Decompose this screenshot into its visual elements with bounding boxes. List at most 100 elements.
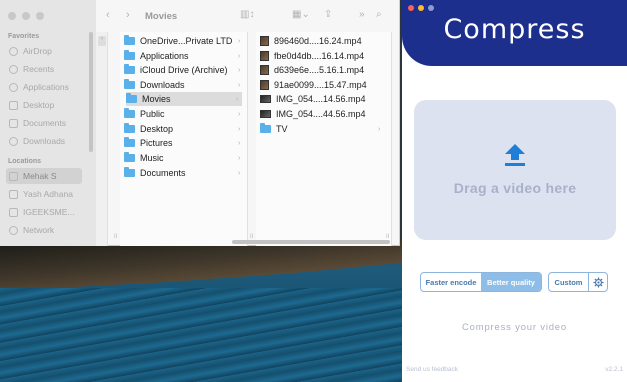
applications-icon — [9, 82, 18, 92]
compress-header: Compress — [402, 0, 627, 66]
horizontal-scrollbar[interactable] — [232, 240, 390, 244]
sidebar-item-recents[interactable]: Recents — [6, 61, 82, 77]
item-label: Downloads — [140, 80, 185, 90]
document-icon — [9, 118, 18, 128]
folder-icon — [124, 79, 135, 89]
list-item[interactable]: Pictures › — [124, 136, 244, 150]
sidebar-item-downloads[interactable]: Downloads — [6, 133, 82, 149]
sidebar-item-applications[interactable]: Applications — [6, 79, 82, 95]
better-quality-button[interactable]: Better quality — [481, 273, 541, 291]
sidebar-item-yash[interactable]: Yash Adhana — [6, 186, 82, 202]
list-item[interactable]: Music › — [124, 151, 244, 165]
forward-arrow-icon[interactable]: › — [126, 9, 130, 21]
video-thumbnail-icon — [260, 51, 269, 61]
item-label: Applications — [140, 51, 189, 61]
compress-window-controls — [408, 5, 434, 11]
chevron-right-icon: › — [238, 81, 241, 89]
chevron-right-icon: › — [238, 37, 241, 45]
sidebar-scrollbar[interactable] — [89, 32, 93, 152]
clock-icon — [9, 64, 18, 74]
chevron-right-icon: › — [378, 125, 381, 133]
list-item[interactable]: Documents › — [124, 166, 244, 180]
folder-icon — [124, 35, 135, 45]
sidebar-item-documents[interactable]: Documents — [6, 115, 82, 131]
more-chevrons-icon[interactable]: » — [359, 9, 365, 20]
list-item[interactable]: IMG_054....44.56.mp4 — [260, 107, 388, 121]
chevron-right-icon: › — [238, 125, 241, 133]
item-label: IMG_054....14.56.mp4 — [276, 94, 366, 104]
list-item[interactable]: fbe0d4db....16.14.mp4 — [260, 49, 388, 63]
item-label: OneDrive...Private LTD — [140, 36, 233, 46]
list-item[interactable]: 896460d....16.24.mp4 — [260, 34, 388, 48]
share-icon[interactable]: ⇪ — [324, 9, 332, 20]
list-item-selected[interactable]: Movies › — [126, 92, 242, 106]
sidebar-item-label: Documents — [23, 118, 66, 128]
close-window-button[interactable] — [408, 5, 414, 11]
finder-window-controls — [8, 12, 44, 20]
desktop-icon — [9, 100, 18, 110]
sidebar-item-network[interactable]: Network — [6, 222, 82, 238]
search-icon[interactable]: ⌕ — [376, 9, 382, 20]
close-window-button[interactable] — [8, 12, 16, 20]
window-title: Movies — [145, 11, 178, 22]
zoom-window-button[interactable] — [36, 12, 44, 20]
finder-sidebar: Favorites AirDrop Recents Applications D… — [0, 0, 96, 246]
video-dropzone[interactable]: Drag a video here — [414, 100, 616, 240]
group-grid-icon[interactable]: ▦⌄ — [292, 9, 310, 20]
quality-toggle: Faster encode Better quality — [420, 272, 542, 292]
item-label: Pictures — [140, 138, 173, 148]
sidebar-item-airdrop[interactable]: AirDrop — [6, 43, 82, 59]
custom-settings-group: Custom — [548, 272, 608, 292]
list-item[interactable]: Downloads › — [124, 78, 244, 92]
sidebar-item-label: Recents — [23, 64, 55, 74]
sidebar-item-label: Mehak S — [23, 171, 57, 181]
sidebar-item-igeeksme[interactable]: IGEEKSME... — [6, 204, 82, 220]
video-thumbnail-icon — [260, 80, 269, 90]
column-resize-handle[interactable]: II — [114, 234, 117, 240]
settings-button[interactable] — [589, 273, 607, 291]
item-label: IMG_054....44.56.mp4 — [276, 109, 366, 119]
folder-icon — [124, 123, 135, 133]
minimize-window-button[interactable] — [418, 5, 424, 11]
back-arrow-icon[interactable]: ‹ — [106, 9, 110, 21]
list-item[interactable]: Applications › — [124, 49, 244, 63]
finder-toolbar: ‹ › Movies ▥↕ ▦⌄ ⇪ » ⌕ — [96, 0, 400, 32]
sidebar-item-mehak[interactable]: Mehak S — [6, 168, 82, 184]
feedback-link[interactable]: Send us feedback — [406, 366, 458, 373]
list-item[interactable]: Public › — [124, 107, 244, 121]
list-item[interactable]: Desktop › — [124, 122, 244, 136]
sidebar-item-label: AirDrop — [23, 46, 52, 56]
view-columns-icon[interactable]: ▥↕ — [240, 9, 254, 20]
item-label: Desktop — [140, 124, 174, 134]
list-item[interactable]: OneDrive...Private LTD › — [124, 34, 244, 48]
item-label: 91ae0099....15.47.mp4 — [274, 80, 367, 90]
list-item[interactable]: d639e6e....5.16.1.mp4 — [260, 63, 388, 77]
list-item[interactable]: 91ae0099....15.47.mp4 — [260, 78, 388, 92]
video-thumbnail-icon — [260, 110, 271, 118]
app-title: Compress — [443, 14, 586, 45]
sidebar-item-desktop[interactable]: Desktop — [6, 97, 82, 113]
folder-icon — [124, 108, 135, 118]
column-previous: › — [96, 32, 108, 246]
footer-caption: Compress your video — [462, 322, 567, 333]
column-home: OneDrive...Private LTD › Applications › iC… — [114, 32, 248, 246]
laptop-icon — [9, 189, 18, 199]
chevron-right-icon[interactable]: › — [98, 36, 106, 46]
item-label: Public — [140, 109, 165, 119]
sidebar-item-label: IGEEKSME... — [23, 207, 75, 217]
faster-encode-button[interactable]: Faster encode — [421, 273, 481, 291]
folder-icon — [124, 64, 135, 74]
airdrop-icon — [9, 46, 18, 56]
item-label: 896460d....16.24.mp4 — [274, 36, 362, 46]
custom-button[interactable]: Custom — [549, 273, 589, 291]
item-label: fbe0d4db....16.14.mp4 — [274, 51, 365, 61]
zoom-window-button[interactable] — [428, 5, 434, 11]
list-item[interactable]: TV › — [260, 122, 388, 136]
item-label: iCloud Drive (Archive) — [140, 65, 228, 75]
list-item[interactable]: IMG_054....14.56.mp4 — [260, 92, 388, 106]
minimize-window-button[interactable] — [22, 12, 30, 20]
column-movies: 896460d....16.24.mp4 fbe0d4db....16.14.m… — [250, 32, 392, 246]
item-label: d639e6e....5.16.1.mp4 — [274, 65, 365, 75]
list-item[interactable]: iCloud Drive (Archive) › — [124, 63, 244, 77]
favorites-header: Favorites — [8, 33, 40, 40]
